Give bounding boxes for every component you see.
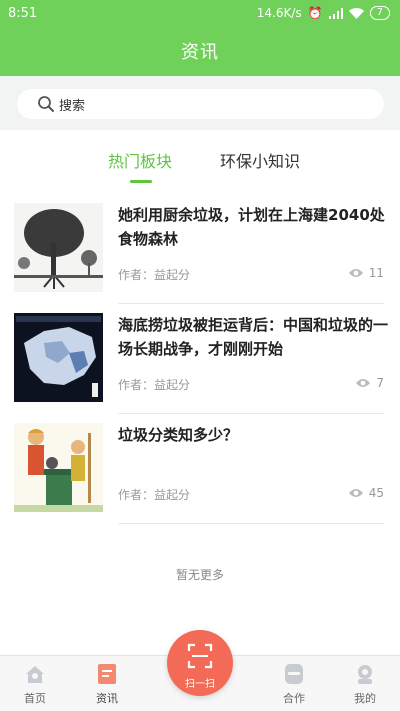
status-time: 8:51 [8,5,38,21]
list-item[interactable]: 垃圾分类知多少？ 作者：益起分 45 [0,423,400,533]
scan-button-label: 扫一扫 [185,679,215,690]
tab-eco-knowledge[interactable]: 环保小知识 [220,148,300,172]
scan-button[interactable]: 扫一扫 [167,630,233,696]
nav-mine[interactable]: 我的 [340,662,390,706]
article-title[interactable]: 海底捞垃圾被拒运背后：中国和垃圾的一场长期战争，才刚刚开始 [118,313,388,361]
divider [118,303,384,304]
cooperation-icon [282,662,306,686]
search-area: 搜索 [0,76,400,130]
status-bar: 8:51 14.6K/s ⏰ 7 [0,0,400,26]
search-icon [38,96,54,112]
battery-indicator: 7 [369,6,390,20]
garbage-sorting-illustration-icon [14,423,103,512]
list-item[interactable]: 她利用厨余垃圾，计划在上海建2040处食物森林 作者：益起分 11 [0,203,400,313]
divider [118,413,384,414]
nav-home-label: 首页 [24,692,46,705]
eye-icon [348,269,363,277]
scan-icon [187,643,213,669]
nav-mine-label: 我的 [354,692,376,705]
view-count-value: 45 [368,486,384,500]
eye-icon [348,489,363,497]
eye-icon [356,379,371,387]
status-indicators: 14.6K/s ⏰ 7 [257,6,390,20]
list-end-text: 暂无更多 [175,568,224,582]
nav-cooperation-label: 合作 [283,692,305,705]
signal-icon [328,7,343,19]
list-item[interactable]: 海底捞垃圾被拒运背后：中国和垃圾的一场长期战争，才刚刚开始 作者：益起分 7 [0,313,400,423]
alarm-off-icon: ⏰ [307,6,323,20]
page-title: 资讯 [181,42,219,63]
search-input[interactable]: 搜索 [17,89,384,119]
active-tab-indicator [130,180,152,183]
profile-icon [353,662,377,686]
news-icon [95,662,119,686]
view-count: 11 [348,266,384,280]
article-thumbnail [14,313,103,402]
network-speed: 14.6K/s [256,6,302,20]
view-count-value: 11 [368,266,384,280]
divider [118,523,384,524]
home-icon [23,662,47,686]
article-author: 作者：益起分 [118,488,191,502]
article-author: 作者：益起分 [118,268,191,282]
article-title[interactable]: 垃圾分类知多少？ [118,423,388,447]
tree-illustration-icon [14,203,103,292]
article-thumbnail [14,203,103,292]
article-author: 作者：益起分 [118,378,191,392]
nav-home[interactable]: 首页 [10,662,60,706]
search-placeholder: 搜索 [59,98,86,114]
view-count: 7 [355,376,384,390]
tab-hot-topics[interactable]: 热门板块 [108,148,172,172]
nav-news[interactable]: 资讯 [82,662,132,706]
nav-news-label: 资讯 [96,692,118,705]
china-map-icon [14,313,103,402]
nav-cooperation[interactable]: 合作 [269,662,319,706]
view-count: 45 [348,486,384,500]
category-tabs: 热门板块 环保小知识 [0,140,400,188]
wifi-icon [348,7,364,19]
header-bar: 资讯 [0,26,400,76]
article-title[interactable]: 她利用厨余垃圾，计划在上海建2040处食物森林 [118,203,388,251]
article-thumbnail [14,423,103,512]
view-count-value: 7 [376,376,384,390]
